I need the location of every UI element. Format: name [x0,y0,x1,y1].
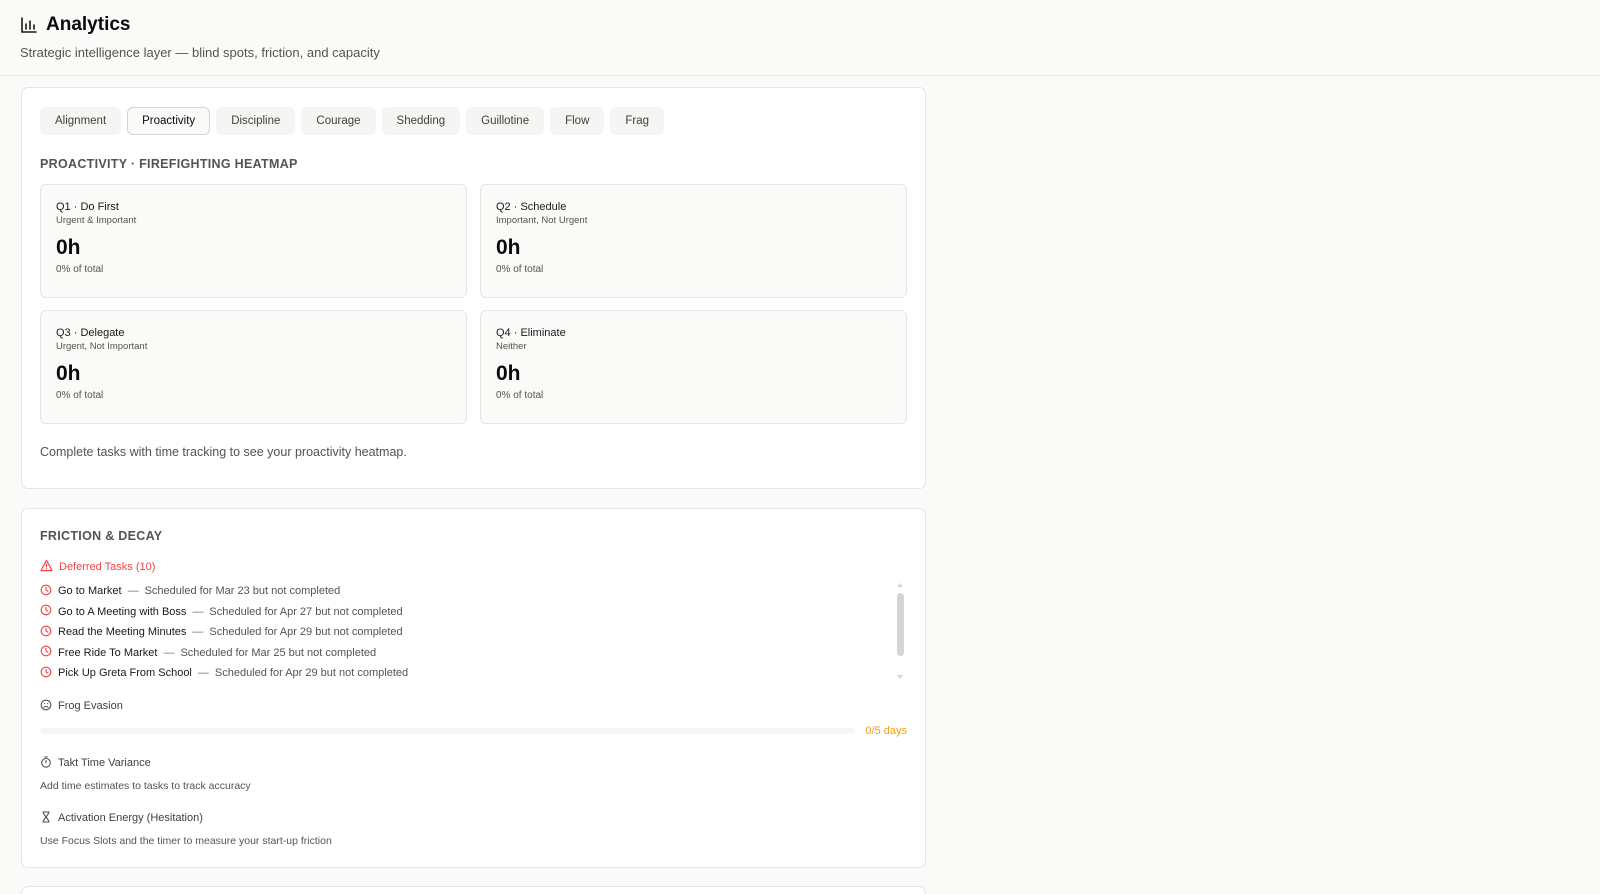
activation-energy-section: Activation Energy (Hesitation) Use Focus… [40,810,907,847]
list-item[interactable]: Go to Market — Scheduled for Mar 23 but … [40,581,907,602]
proactivity-section-label: PROACTIVITY · FIREFIGHTING HEATMAP [40,157,298,171]
quadrant-subtitle: Urgent, Not Important [56,341,148,352]
deferred-tasks-header: Deferred Tasks (10) [40,559,907,575]
deferred-scrollbar[interactable] [895,583,907,679]
friction-card: FRICTION & DECAY Deferred Tasks (10) Go … [21,508,926,868]
quadrant-title: Q2 · Schedule [496,201,567,213]
hourglass-icon [40,810,52,826]
list-item[interactable]: Go to A Meeting with Boss — Scheduled fo… [40,602,907,623]
task-name: Go to A Meeting with Boss [58,605,187,618]
frog-evasion-progress: 0/5 days [40,725,907,737]
friction-section-label: FRICTION & DECAY [40,529,163,543]
list-item[interactable]: Pick Up Greta From School — Scheduled fo… [40,663,907,684]
proactivity-card: Alignment Proactivity Discipline Courage… [21,87,926,489]
deferred-tasks-title: Deferred Tasks (10) [59,561,156,573]
task-separator: — [192,605,204,618]
activation-energy-note: Use Focus Slots and the timer to measure… [40,834,332,847]
quadrant-title: Q3 · Delegate [56,327,125,339]
task-separator: — [192,626,204,639]
takt-time-note: Add time estimates to tasks to track acc… [40,779,251,792]
tab-alignment[interactable]: Alignment [40,107,122,135]
activation-energy-label: Activation Energy (Hesitation) [58,812,203,824]
list-item[interactable]: Free Ride To Market — Scheduled for Mar … [40,643,907,664]
task-note: Scheduled for Apr 29 but not completed [209,626,403,639]
clock-icon [40,666,52,681]
task-note: Scheduled for Mar 25 but not completed [180,646,377,659]
task-separator: — [197,667,209,680]
bar-chart-icon [20,16,38,34]
task-name: Go to Market [58,585,122,598]
quadrant-percent: 0% of total [56,390,104,401]
tab-proactivity[interactable]: Proactivity [127,107,211,135]
quadrant-q3: Q3 · Delegate Urgent, Not Important 0h 0… [40,310,467,424]
task-separator: — [163,646,175,659]
frog-evasion-section: Frog Evasion 0/5 days [40,699,907,737]
clock-icon [40,625,52,640]
scrollbar-thumb[interactable] [897,593,904,656]
tab-courage[interactable]: Courage [301,107,376,135]
tab-discipline[interactable]: Discipline [216,107,296,135]
scroll-up-arrow-icon[interactable] [897,583,903,587]
frog-evasion-progress-label: 0/5 days [865,724,907,737]
quadrant-percent: 0% of total [496,264,544,275]
scroll-down-arrow-icon[interactable] [897,675,903,679]
task-note: Scheduled for Mar 23 but not completed [144,585,341,598]
clock-icon [40,645,52,660]
clock-icon [40,584,52,599]
list-item[interactable]: Read the Meeting Minutes — Scheduled for… [40,622,907,643]
progress-track [40,727,856,734]
tab-frag[interactable]: Frag [610,107,665,135]
clock-icon [40,604,52,619]
quadrant-subtitle: Urgent & Important [56,215,137,226]
activation-energy-header: Activation Energy (Hesitation) [40,810,907,826]
quadrant-hours: 0h [496,236,521,259]
quadrant-title: Q1 · Do First [56,201,119,213]
quadrant-title: Q4 · Eliminate [496,327,566,339]
next-card [21,886,926,894]
tab-flow[interactable]: Flow [550,107,605,135]
tab-guillotine[interactable]: Guillotine [466,107,545,135]
quadrant-percent: 0% of total [496,390,544,401]
warning-triangle-icon [40,559,53,575]
stopwatch-icon [40,755,52,771]
tab-shedding[interactable]: Shedding [381,107,461,135]
quadrant-percent: 0% of total [56,264,104,275]
quadrant-hours: 0h [496,362,521,385]
page-subtitle: Strategic intelligence layer — blind spo… [20,45,380,60]
proactivity-empty-hint: Complete tasks with time tracking to see… [40,445,407,459]
quadrant-subtitle: Neither [496,341,527,352]
takt-time-label: Takt Time Variance [58,757,151,769]
page-title: Analytics [46,14,131,35]
task-name: Read the Meeting Minutes [58,626,187,639]
frog-evasion-label: Frog Evasion [58,700,123,712]
title-row: Analytics [20,14,1580,36]
takt-time-section: Takt Time Variance Add time estimates to… [40,755,907,792]
quadrant-q4: Q4 · Eliminate Neither 0h 0% of total [480,310,907,424]
frog-evasion-header: Frog Evasion [40,699,907,714]
page-header: Analytics Strategic intelligence layer —… [0,0,1600,76]
task-name: Pick Up Greta From School [58,667,192,680]
task-note: Scheduled for Apr 29 but not completed [214,667,409,680]
quadrant-hours: 0h [56,362,81,385]
deferred-tasks-list: Go to Market — Scheduled for Mar 23 but … [40,581,907,684]
task-note: Scheduled for Apr 27 but not completed [209,605,403,618]
quadrant-q1: Q1 · Do First Urgent & Important 0h 0% o… [40,184,467,298]
analytics-tabs: Alignment Proactivity Discipline Courage… [40,107,907,135]
quadrant-subtitle: Important, Not Urgent [496,215,588,226]
takt-time-header: Takt Time Variance [40,755,907,771]
frown-face-icon [40,699,52,714]
task-separator: — [127,585,139,598]
quadrant-hours: 0h [56,236,81,259]
eisenhower-grid: Q1 · Do First Urgent & Important 0h 0% o… [40,184,907,424]
deferred-tasks-scroll[interactable]: Go to Market — Scheduled for Mar 23 but … [40,581,907,684]
quadrant-q2: Q2 · Schedule Important, Not Urgent 0h 0… [480,184,907,298]
task-name: Free Ride To Market [58,646,158,659]
